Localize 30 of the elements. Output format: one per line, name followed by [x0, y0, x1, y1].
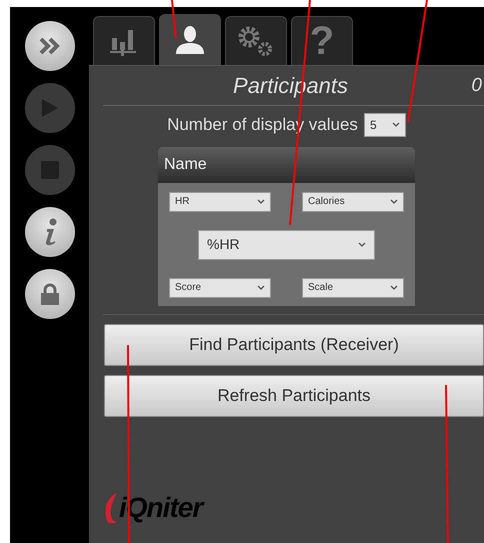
tab[interactable] [159, 14, 221, 65]
sidebar-button[interactable] [24, 269, 74, 319]
leader-line [171, 0, 177, 38]
caret-icon [390, 285, 398, 290]
caret-icon [257, 285, 265, 290]
gears-icon [237, 25, 275, 57]
dropdown[interactable]: Calories [302, 192, 404, 212]
forward-icon [38, 37, 60, 55]
caret-icon [392, 122, 400, 128]
play-icon [40, 98, 58, 118]
dropdown[interactable]: Scale [302, 278, 404, 298]
tab[interactable] [93, 16, 155, 65]
dropdown[interactable]: 5 [364, 112, 406, 137]
dropdown[interactable]: %HR [198, 230, 375, 260]
lock-icon [40, 283, 60, 305]
tab[interactable] [225, 16, 287, 65]
caret-icon [390, 199, 398, 204]
card-header: Name [158, 146, 415, 182]
action-button[interactable]: Find Participants (Receiver) [104, 324, 484, 366]
sidebar-button[interactable] [24, 207, 74, 257]
dropdown[interactable]: Score [169, 278, 271, 298]
stop-icon [40, 161, 58, 179]
caret-icon [358, 242, 366, 247]
action-button[interactable]: Refresh Participants [104, 374, 484, 416]
sidebar-button[interactable] [24, 21, 74, 71]
caret-icon [257, 199, 265, 204]
person-icon [175, 25, 205, 55]
swoosh-icon [103, 490, 119, 524]
dropdown[interactable]: HR [169, 192, 271, 212]
count-label: 0 [471, 74, 482, 98]
